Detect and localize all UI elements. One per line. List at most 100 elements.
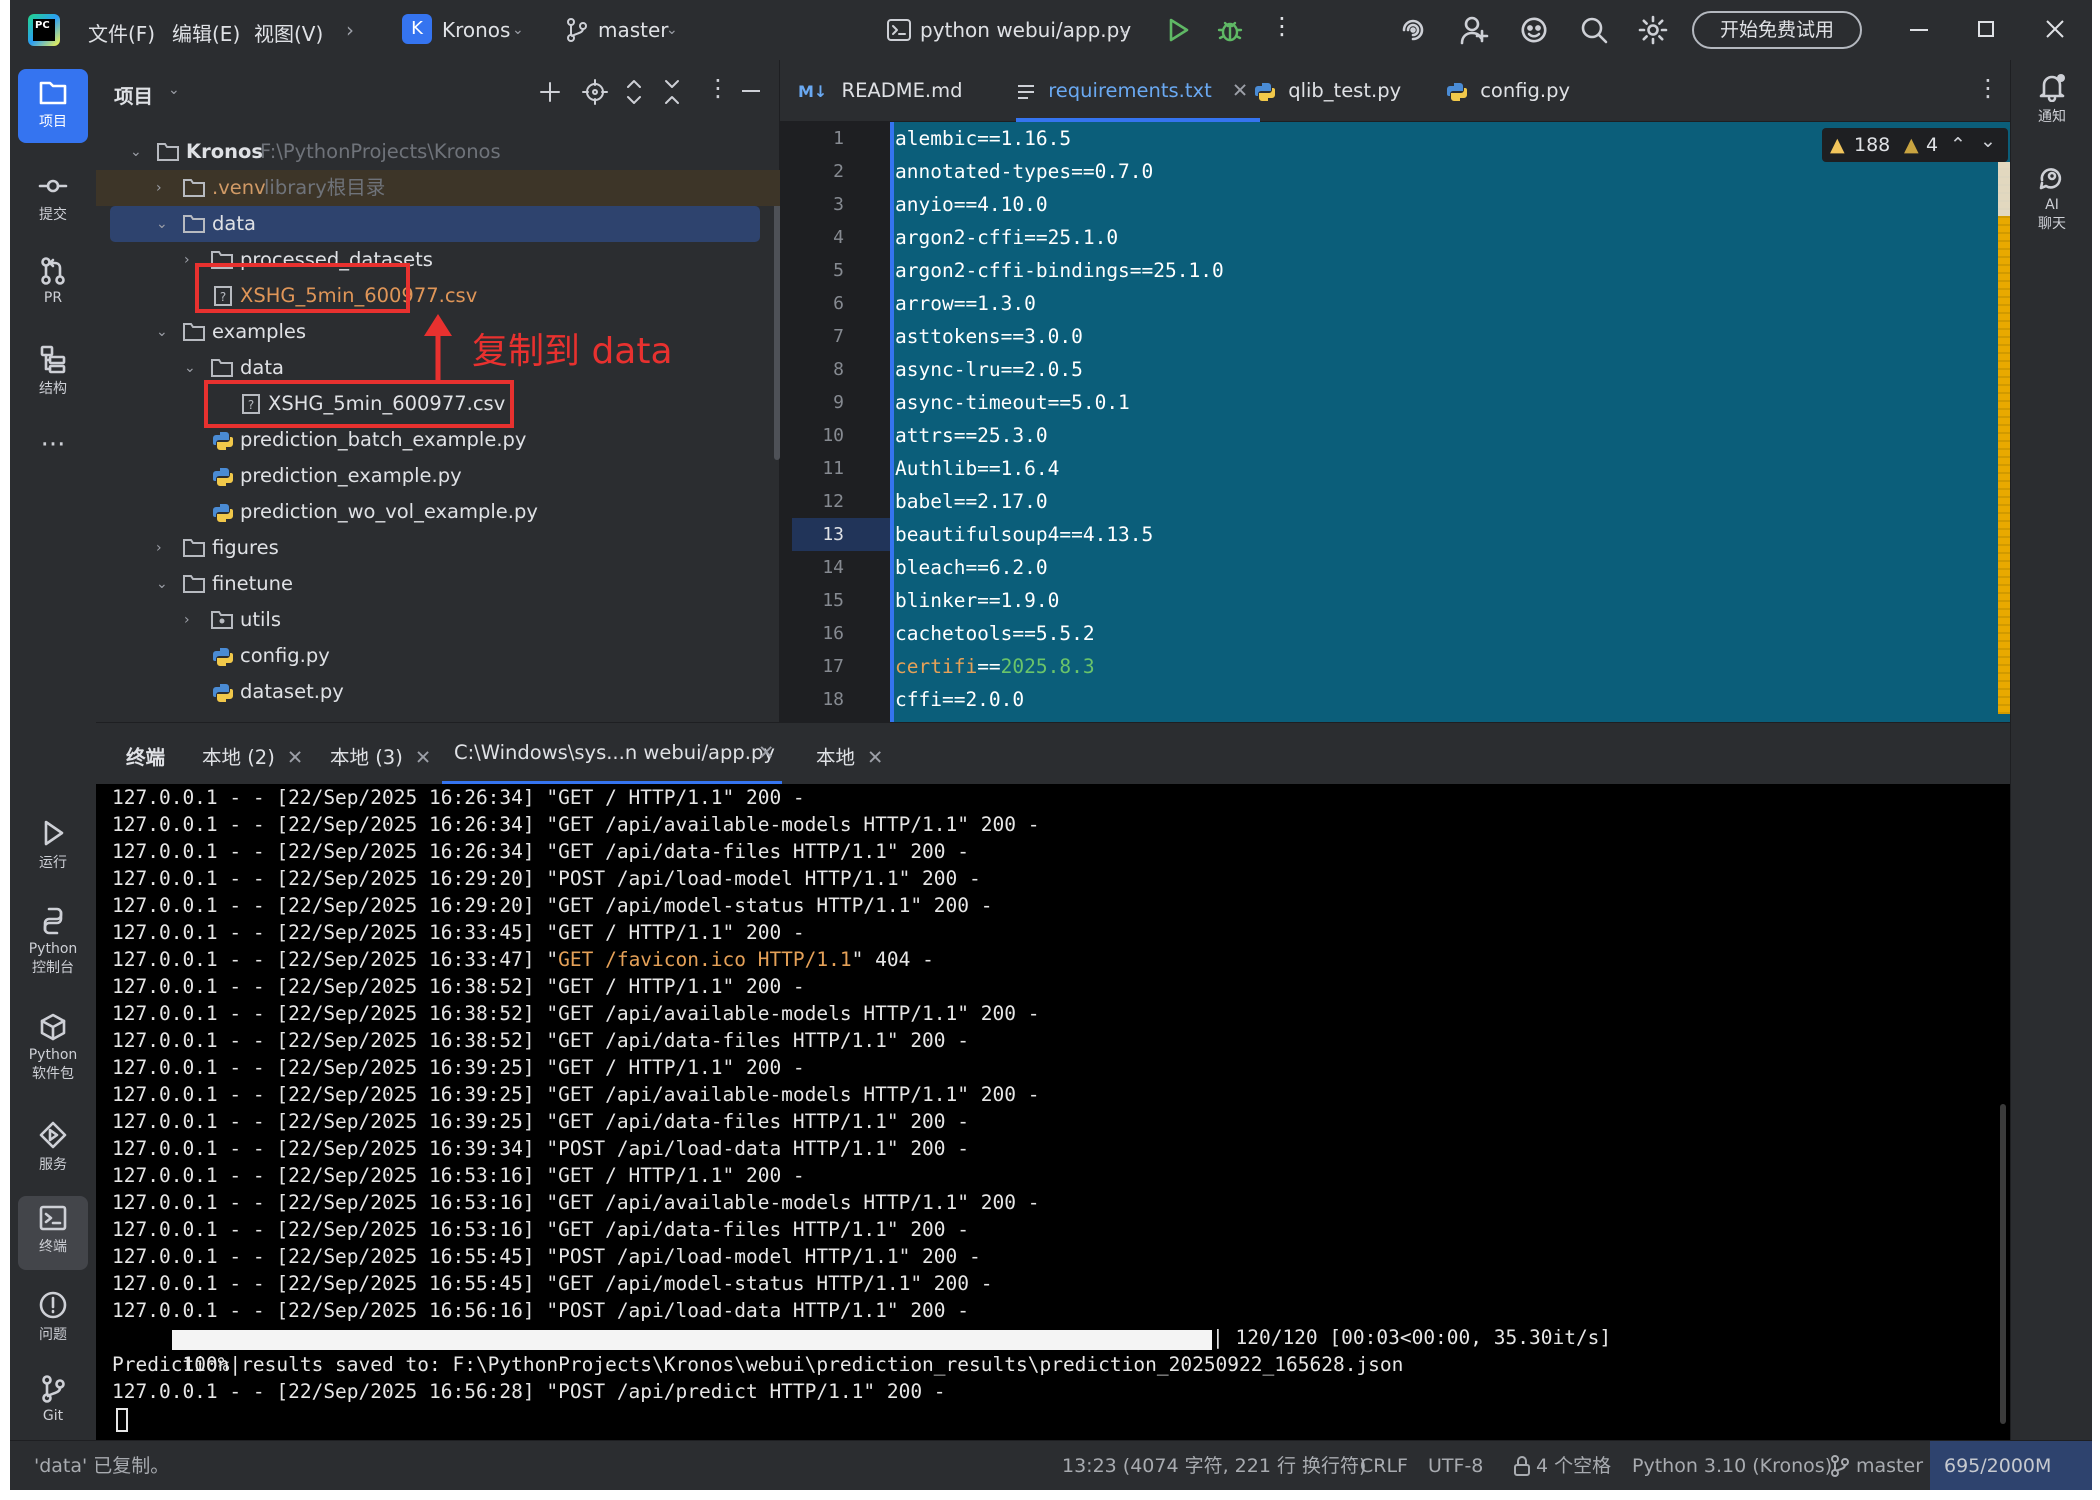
tab-label: requirements.txt (1048, 79, 1212, 102)
terminal-log-line: 127.0.0.1 - - [22/Sep/2025 16:33:47] "GE… (112, 948, 934, 971)
pycharm-logo-icon[interactable]: PC (28, 14, 60, 46)
python-file-icon (213, 684, 233, 702)
terminal-log-line: 127.0.0.1 - - [22/Sep/2025 16:38:52] "GE… (112, 1029, 970, 1052)
terminal-output[interactable]: 127.0.0.1 - - [22/Sep/2025 16:26:34] "GE… (96, 784, 2010, 1440)
tab-options-icon[interactable]: ⋮ (1976, 74, 2000, 102)
terminal-scrollbar[interactable] (2000, 1104, 2006, 1424)
close-tab-icon[interactable]: ✕ (287, 746, 303, 769)
file-encoding[interactable]: UTF-8 (1428, 1441, 1483, 1490)
code-line: alembic==1.16.5 (895, 127, 1072, 150)
maximize-icon[interactable] (1978, 21, 1994, 37)
status-bar: 'data' 已复制。 13:23 (4074 字符, 221 行 换行符) C… (10, 1440, 2092, 1490)
ai-assistant-icon[interactable] (1398, 16, 1428, 44)
close-tab-icon[interactable]: ✕ (867, 746, 883, 769)
terminal-tab-label: 本地 (3) (330, 746, 403, 769)
tool-git-button[interactable]: Git (18, 1368, 88, 1442)
tool-pr-button[interactable]: PR (18, 248, 88, 322)
tab-qlib-test[interactable]: qlib_test.py (1254, 60, 1401, 122)
menu-edit[interactable]: 编辑(E) (172, 18, 240, 47)
tree-item-venv[interactable]: › .venv library根目录 (96, 170, 780, 206)
ai-chat-button[interactable]: AI 聊天 (2021, 162, 2083, 234)
add-user-icon[interactable] (1460, 15, 1490, 45)
terminal-tab-1[interactable]: 本地 (2) ✕ (202, 741, 303, 770)
next-problem-icon[interactable]: ⌄ (1980, 124, 1996, 158)
tool-structure-button[interactable]: 结构 (18, 336, 88, 410)
project-panel-title[interactable]: 项目 (114, 80, 153, 109)
indent-setting[interactable]: 4 个空格 (1536, 1441, 1611, 1490)
editor[interactable]: 1 2 3 4 5 6 7 8 9 10 11 12 13 14 15 16 17 18 alembic==1.1… (780, 122, 2010, 722)
python-interpreter[interactable]: Python 3.10 (Kronos) (1632, 1441, 1832, 1490)
run-config-dropdown[interactable]: python webui/app.py (920, 18, 1131, 42)
memory-indicator[interactable]: 695/2000M (1930, 1441, 2092, 1490)
more-menus-chevron-icon[interactable]: › (346, 18, 354, 42)
error-stripe[interactable] (1998, 162, 2010, 714)
options-icon[interactable]: ⋮ (706, 74, 730, 102)
tool-run-button[interactable]: 运行 (18, 812, 88, 886)
project-badge[interactable]: K (402, 14, 432, 44)
close-tab-icon[interactable]: ✕ (758, 741, 774, 764)
tree-item-data-selected[interactable]: ⌄ data (110, 206, 760, 242)
tab-readme[interactable]: M↓ README.md (798, 60, 962, 122)
tree-item-utils[interactable]: › utils (96, 602, 780, 638)
terminal-saved-line: Prediction results saved to: F:\PythonPr… (112, 1353, 1404, 1376)
tree-hint: library根目录 (264, 176, 386, 199)
tree-item-figures[interactable]: › figures (96, 530, 780, 566)
project-name-dropdown[interactable]: Kronos (442, 18, 510, 42)
tool-terminal-button[interactable]: 终端 (18, 1196, 88, 1270)
run-icon (44, 820, 64, 846)
run-icon[interactable] (1166, 17, 1190, 43)
tool-run-label: 运行 (39, 855, 67, 871)
tool-python-console-button[interactable]: Python 控制台 (18, 900, 88, 996)
search-icon[interactable] (1580, 16, 1608, 44)
tool-commit-button[interactable]: 提交 (18, 162, 88, 236)
branch-dropdown[interactable]: master (598, 18, 669, 42)
terminal-tab-4[interactable]: 本地 ✕ (816, 741, 883, 770)
progress-bar-track (172, 1330, 1212, 1350)
annotation-arrow-icon (424, 314, 452, 382)
terminal-tab-3-active[interactable]: C:\Windows\sys...n webui/app.py ✕ (442, 723, 782, 785)
tree-item-finetune[interactable]: ⌄ finetune (96, 566, 780, 602)
more-tools-icon[interactable]: ··· (18, 430, 88, 470)
inspection-widget[interactable]: ▲ 188 ▲ 4 ⌃ ⌄ (1822, 128, 2008, 162)
tab-requirements[interactable]: requirements.txt ✕ (1016, 60, 1261, 122)
close-tab-icon[interactable]: ✕ (415, 746, 431, 769)
expand-all-icon[interactable] (624, 79, 644, 105)
code-area[interactable]: alembic==1.16.5 annotated-types==0.7.0 any… (890, 122, 2010, 722)
code-with-me-icon[interactable] (1518, 14, 1550, 46)
tree-item-dataset-py[interactable]: dataset.py (96, 674, 780, 710)
new-file-icon[interactable] (538, 80, 562, 104)
tool-project-button[interactable]: 项目 (18, 69, 88, 143)
previous-problem-icon[interactable]: ⌃ (1950, 128, 1966, 162)
tool-python-packages-label: Python 软件包 (28, 1047, 78, 1082)
locate-icon[interactable] (582, 79, 608, 105)
close-tab-icon[interactable]: ✕ (1232, 79, 1248, 102)
tool-services-button[interactable]: 服务 (18, 1114, 88, 1188)
hide-panel-icon[interactable] (742, 90, 762, 93)
line-number: 18 (822, 689, 844, 710)
tree-item-prediction-wo-vol[interactable]: prediction_wo_vol_example.py (96, 494, 780, 530)
warning-count: 188 (1854, 134, 1891, 156)
git-branch[interactable]: master (1856, 1441, 1923, 1490)
close-window-icon[interactable] (2046, 20, 2064, 38)
tool-python-packages-button[interactable]: Python 软件包 (18, 1006, 88, 1102)
menu-view[interactable]: 视图(V) (254, 18, 323, 47)
tree-item-prediction-example[interactable]: prediction_example.py (96, 458, 780, 494)
code-line: arrow==1.3.0 (895, 292, 1036, 315)
menu-file[interactable]: 文件(F) (88, 18, 155, 47)
editor-scroll-thumb[interactable] (1998, 162, 2010, 216)
gear-icon[interactable] (1638, 15, 1668, 45)
tab-config[interactable]: config.py (1446, 60, 1570, 122)
line-separator[interactable]: CRLF (1360, 1441, 1408, 1490)
tree-item-kronos[interactable]: ⌄ Kronos F:\PythonProjects\Kronos (96, 134, 780, 170)
terminal-tab-2[interactable]: 本地 (3) ✕ (330, 741, 431, 770)
notifications-button[interactable]: 通知 (2021, 72, 2083, 126)
minimize-icon[interactable] (1910, 29, 1928, 32)
tool-problems-button[interactable]: 问题 (18, 1284, 88, 1358)
tree-label: finetune (212, 572, 293, 595)
more-actions-icon[interactable]: ⋮ (1270, 12, 1294, 40)
start-free-trial-button[interactable]: 开始免费试用 (1692, 11, 1862, 49)
caret-position[interactable]: 13:23 (4074 字符, 221 行 换行符) (1062, 1441, 1366, 1490)
collapse-all-icon[interactable] (662, 79, 682, 105)
debug-icon[interactable] (1216, 16, 1244, 44)
tree-item-config-py[interactable]: config.py (96, 638, 780, 674)
